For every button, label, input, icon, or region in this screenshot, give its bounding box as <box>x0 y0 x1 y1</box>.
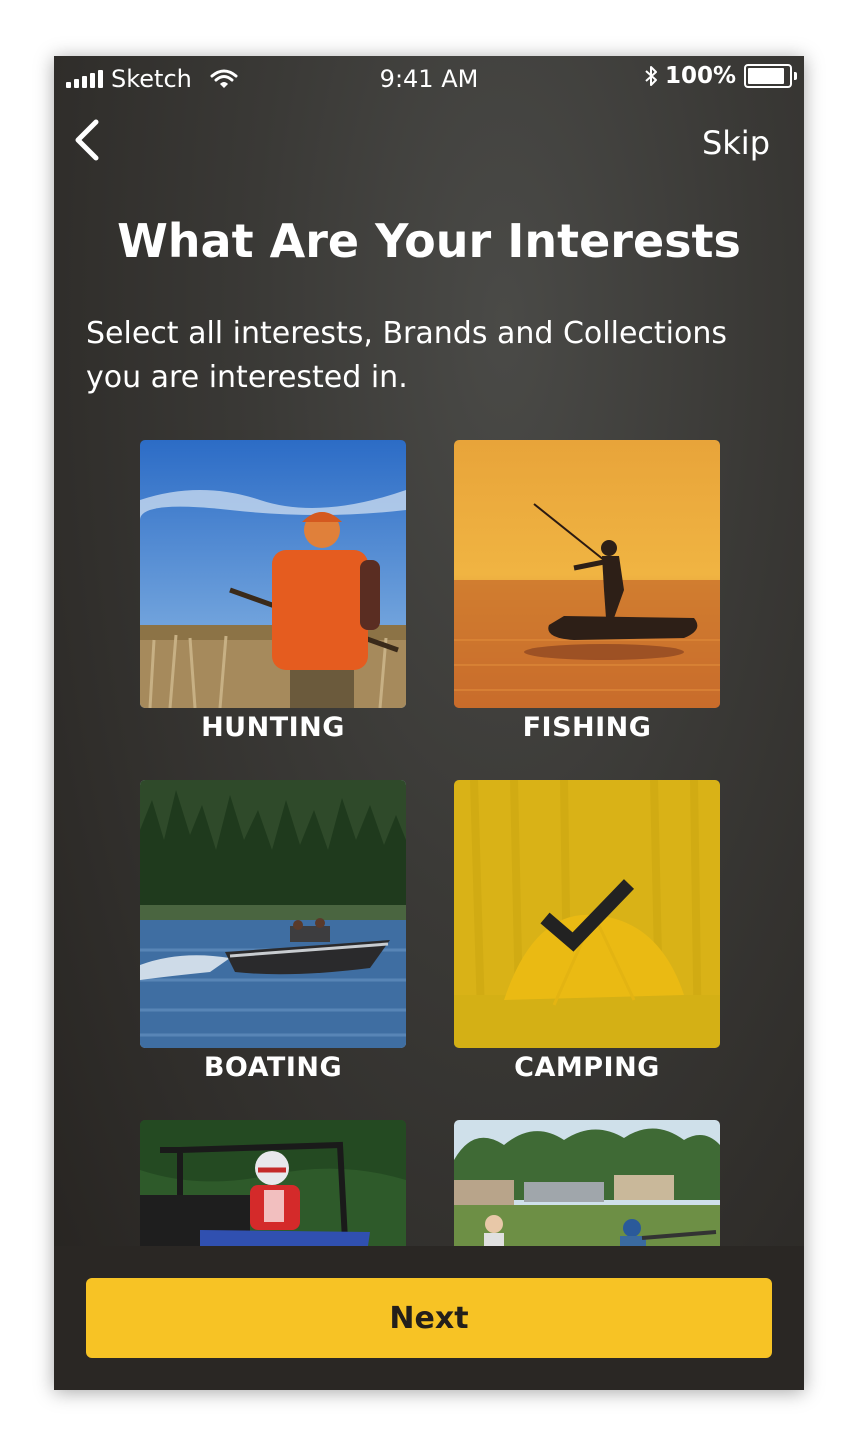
skip-button[interactable]: Skip <box>702 124 770 162</box>
interest-tile-camping[interactable]: CAMPING <box>454 780 720 1083</box>
battery-fill <box>748 68 784 84</box>
camping-image <box>454 780 720 1048</box>
footer: Next <box>54 1246 804 1390</box>
hunting-image <box>140 440 406 708</box>
bluetooth-icon <box>645 66 657 86</box>
phone-screen: Sketch 9:41 AM 100% Skip What Are Your I… <box>54 56 804 1390</box>
chevron-left-icon <box>75 119 99 161</box>
battery-icon <box>744 64 797 88</box>
interest-grid: HUNTING FISHING BOATING CAMPING <box>54 440 804 1246</box>
interest-tile-hunting[interactable]: HUNTING <box>140 440 406 743</box>
interest-label: BOATING <box>203 1052 343 1083</box>
interest-tile-boating[interactable]: BOATING <box>140 780 406 1083</box>
interest-tile-shooting[interactable] <box>454 1120 720 1246</box>
fishing-image <box>454 440 720 708</box>
next-button[interactable]: Next <box>86 1278 772 1358</box>
battery-percent: 100% <box>664 63 736 89</box>
interest-tile-atv[interactable] <box>140 1120 406 1246</box>
interest-label: HUNTING <box>201 712 345 743</box>
atv-image <box>140 1120 406 1246</box>
status-right: 100% <box>643 63 797 89</box>
interest-tile-fishing[interactable]: FISHING <box>454 440 720 743</box>
battery-nub <box>794 72 797 80</box>
interest-label: FISHING <box>522 712 652 743</box>
back-button[interactable] <box>68 116 108 164</box>
checkmark-icon <box>540 879 635 952</box>
status-bar: Sketch 9:41 AM 100% <box>54 56 804 100</box>
shooting-image <box>454 1120 720 1246</box>
page-title: What Are Your Interests <box>117 214 741 268</box>
interest-label: CAMPING <box>514 1052 660 1083</box>
page-subtitle: Select all interests, Brands and Collect… <box>86 316 727 395</box>
boating-image <box>140 780 406 1048</box>
